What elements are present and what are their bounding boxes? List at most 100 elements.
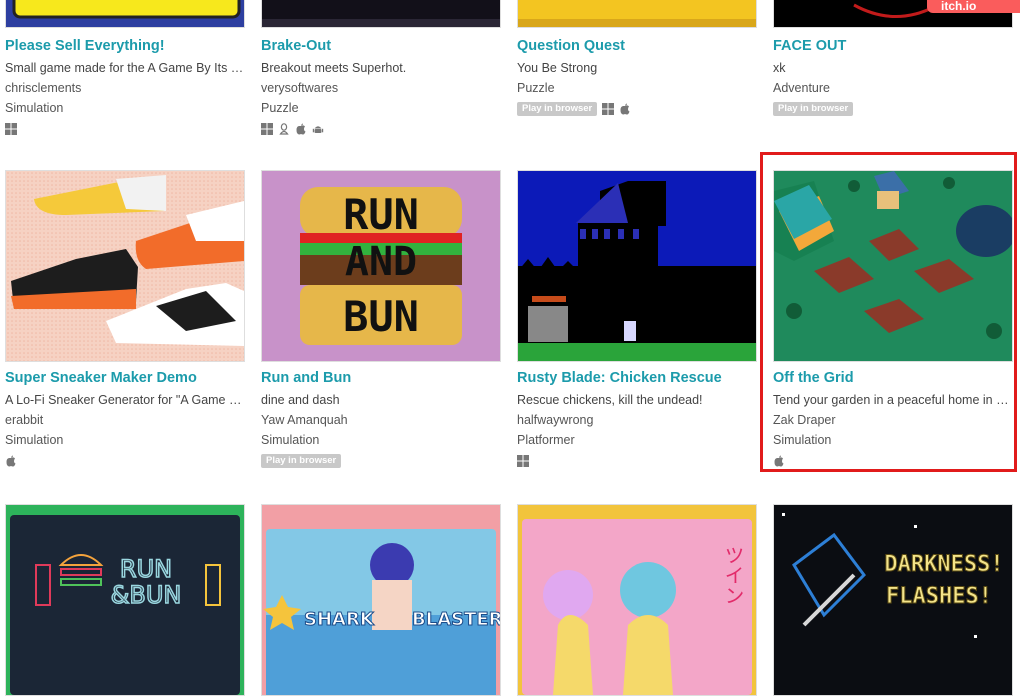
game-genre: Platformer: [517, 433, 575, 447]
svg-text:BLASTER: BLASTER: [412, 609, 500, 630]
game-card: Brake-Out Breakout meets Superhot. verys…: [261, 30, 501, 139]
game-genre: Simulation: [5, 433, 64, 447]
game-description: Breakout meets Superhot.: [261, 61, 407, 75]
play-in-browser-badge: Play in browser: [517, 102, 598, 116]
game-cell: DARKNESS! FLASHES!: [773, 504, 1013, 696]
svg-text:ツイン: ツイン: [721, 545, 745, 605]
game-card: FACE OUT xk Adventure Play in browser: [773, 30, 1013, 119]
game-title[interactable]: Please Sell Everything!: [5, 38, 245, 55]
svg-text:AND: AND: [345, 239, 417, 285]
apple-icon: [5, 455, 17, 467]
game-card: RUN AND BUN Run and Bun dine and dash Ya…: [261, 170, 501, 471]
game-genre: Simulation: [5, 101, 64, 115]
thumbnail-magical-twin: ツイン: [518, 505, 756, 695]
windows-icon: [5, 123, 17, 135]
svg-text:DARKNESS!: DARKNESS!: [884, 552, 1003, 577]
svg-text:SHARK: SHARK: [304, 609, 375, 630]
game-title[interactable]: Off the Grid: [773, 370, 1013, 387]
game-card: Super Sneaker Maker Demo A Lo-Fi Sneaker…: [5, 170, 245, 471]
svg-text:RUN: RUN: [120, 555, 172, 583]
windows-icon: [602, 103, 615, 115]
game-cell: [261, 0, 501, 28]
thumbnail-shark-blaster: SHARK BLASTER: [262, 505, 500, 695]
svg-text:&BUN: &BUN: [111, 581, 182, 609]
platform-list: [5, 451, 245, 471]
game-genre: Simulation: [261, 433, 320, 447]
game-cell: [5, 0, 245, 28]
thumbnail-super-sneaker: [6, 171, 244, 361]
game-description: xk: [773, 61, 786, 75]
game-author[interactable]: Zak Draper: [773, 410, 1013, 430]
game-card: Please Sell Everything! Small game made …: [5, 30, 245, 139]
platform-list: [261, 119, 501, 139]
apple-icon: [295, 123, 307, 135]
game-thumbnail[interactable]: RUN AND BUN: [261, 170, 501, 362]
thumbnail-run-and-bun: RUN AND BUN: [262, 171, 500, 361]
game-thumbnail[interactable]: [5, 170, 245, 362]
game-thumbnail[interactable]: DARKNESS! FLASHES!: [773, 504, 1013, 696]
game-author[interactable]: chrisclements: [5, 78, 245, 98]
game-description: Rescue chickens, kill the undead!: [517, 393, 703, 407]
platform-list: Play in browser: [261, 451, 501, 471]
game-thumbnail[interactable]: RUN &BUN: [5, 504, 245, 696]
game-title[interactable]: Rusty Blade: Chicken Rescue: [517, 370, 757, 387]
game-description: Tend your garden in a peaceful home in a…: [773, 393, 1013, 407]
game-description: Small game made for the A Game By Its C.…: [5, 61, 245, 75]
game-title[interactable]: Run and Bun: [261, 370, 501, 387]
svg-text:BUN: BUN: [343, 292, 419, 341]
thumbnail-off-the-grid: [774, 171, 1012, 361]
windows-icon: [517, 455, 529, 467]
game-thumbnail[interactable]: [261, 0, 501, 28]
itch-io-badge-label: itch.io: [941, 0, 977, 13]
game-title[interactable]: FACE OUT: [773, 38, 1013, 55]
play-in-browser-badge: Play in browser: [261, 454, 342, 468]
play-in-browser-badge: Play in browser: [773, 102, 854, 116]
game-thumbnail[interactable]: [517, 170, 757, 362]
game-author[interactable]: erabbit: [5, 410, 245, 430]
thumbnail-question-quest: [518, 0, 756, 27]
game-description: dine and dash: [261, 393, 340, 407]
game-card: Rusty Blade: Chicken Rescue Rescue chick…: [517, 170, 757, 471]
thumbnail-please-sell: [6, 0, 244, 27]
thumbnail-run-bun-neon: RUN &BUN: [6, 505, 244, 695]
game-thumbnail[interactable]: SHARK BLASTER: [261, 504, 501, 696]
game-description: You Be Strong: [517, 61, 598, 75]
game-genre: Adventure: [773, 81, 830, 95]
game-title[interactable]: Super Sneaker Maker Demo: [5, 370, 245, 387]
thumbnail-brake-out: [262, 0, 500, 27]
platform-list: [5, 119, 245, 139]
game-cell: [517, 0, 757, 28]
game-title[interactable]: Brake-Out: [261, 38, 501, 55]
game-cell: RUN &BUN: [5, 504, 245, 696]
game-author[interactable]: verysoftwares: [261, 78, 501, 98]
game-genre: Simulation: [773, 433, 832, 447]
game-title[interactable]: Question Quest: [517, 38, 757, 55]
svg-text:RUN: RUN: [343, 190, 419, 239]
platform-list: Play in browser: [773, 99, 1013, 119]
windows-icon: [261, 123, 273, 135]
game-genre: Puzzle: [261, 101, 299, 115]
thumbnail-darkness-flashes: DARKNESS! FLASHES!: [774, 505, 1012, 695]
svg-text:FLASHES!: FLASHES!: [886, 584, 992, 609]
thumbnail-rusty-blade: [518, 171, 756, 361]
game-cell: ツイン: [517, 504, 757, 696]
game-genre: Puzzle: [517, 81, 555, 95]
game-thumbnail[interactable]: [517, 0, 757, 28]
itch-io-badge[interactable]: itch.io: [927, 0, 1020, 13]
platform-list: Play in browser: [517, 99, 757, 119]
game-card: Question Quest You Be Strong Puzzle Play…: [517, 30, 757, 119]
android-icon: [312, 123, 324, 135]
game-description: A Lo-Fi Sneaker Generator for "A Game B.…: [5, 393, 245, 407]
game-author[interactable]: Yaw Amanquah: [261, 410, 501, 430]
platform-list: [517, 451, 757, 471]
game-thumbnail[interactable]: [773, 170, 1013, 362]
game-thumbnail[interactable]: ツイン: [517, 504, 757, 696]
linux-icon: [278, 123, 290, 135]
game-author[interactable]: halfwaywrong: [517, 410, 757, 430]
game-cell: SHARK BLASTER: [261, 504, 501, 696]
platform-list: [773, 451, 1013, 471]
apple-icon: [773, 455, 785, 467]
game-thumbnail[interactable]: [5, 0, 245, 28]
apple-icon: [619, 103, 631, 115]
game-card: Off the Grid Tend your garden in a peace…: [773, 170, 1013, 471]
